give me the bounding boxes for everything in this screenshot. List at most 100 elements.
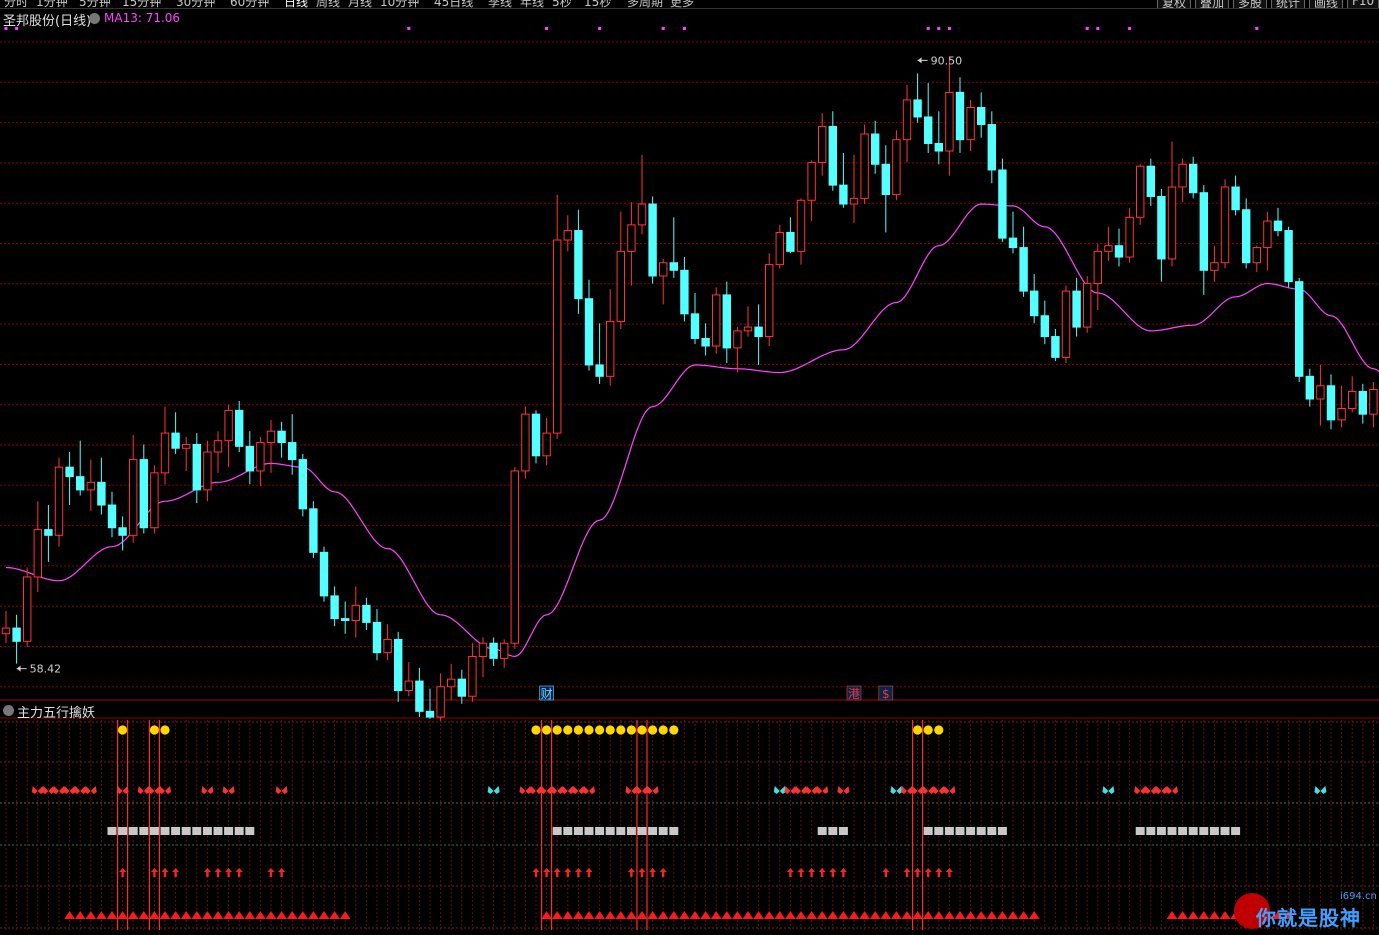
signal-dot — [542, 725, 552, 735]
up-arrow-icon — [119, 868, 127, 877]
signal-block — [817, 827, 827, 835]
candle-body-down — [595, 364, 604, 377]
triangle-mark — [255, 911, 266, 919]
candle-body-down — [425, 710, 435, 718]
up-arrow-icon — [214, 868, 222, 877]
signal-block — [605, 827, 615, 835]
signal-dot — [573, 725, 584, 735]
candle-body-down — [648, 203, 657, 277]
triangle-mark — [180, 911, 192, 919]
candle-body-up — [1369, 389, 1378, 415]
triangle-mark — [679, 911, 690, 919]
triangle-mark — [244, 911, 256, 919]
watermark-logo: 你就是股神 i694.cn — [1230, 890, 1379, 935]
up-arrow-icon — [278, 868, 286, 877]
top-signal-dot — [1096, 27, 1100, 30]
triangle-mark — [1007, 911, 1019, 919]
candle-body-down — [372, 621, 382, 654]
triangle-mark — [551, 911, 563, 919]
signal-dot — [552, 725, 562, 735]
up-arrow-icon — [882, 868, 890, 877]
candle-body-up — [849, 197, 859, 205]
up-arrow-icon — [150, 868, 158, 877]
triangle-mark — [848, 911, 860, 919]
triangle-mark — [859, 911, 870, 919]
triangle-mark — [149, 911, 160, 919]
signal-block — [149, 827, 159, 835]
candle-body-up — [807, 161, 816, 201]
triangle-mark — [1219, 911, 1231, 919]
top-signal-dot — [947, 27, 951, 30]
triangle-mark — [657, 911, 669, 919]
triangle-mark — [912, 911, 923, 919]
watermark-text: 你就是股神 — [1256, 906, 1361, 930]
candle-body-up — [33, 529, 42, 578]
signal-dot — [149, 725, 159, 735]
triangle-mark — [594, 911, 605, 919]
candle-body-down — [118, 527, 127, 536]
triangle-mark — [689, 911, 701, 919]
candle-body-up — [1210, 262, 1219, 271]
candle-body-up — [351, 604, 361, 621]
candle-body-down — [330, 595, 339, 620]
candle-body-up — [478, 642, 488, 657]
triangle-mark — [286, 911, 298, 919]
candle-body-up — [765, 264, 774, 338]
triangle-mark — [668, 911, 680, 919]
candle-body-down — [457, 678, 467, 697]
up-arrow-icon — [532, 868, 540, 877]
signal-dot — [934, 725, 944, 735]
signal-block — [573, 827, 583, 835]
candle-body-down — [1072, 290, 1081, 328]
signal-block — [976, 827, 986, 835]
sub-indicator-toggle-icon[interactable] — [3, 705, 14, 716]
candle-body-up — [129, 459, 138, 536]
candle-body-down — [415, 680, 424, 712]
triangle-mark — [795, 911, 807, 919]
triangle-mark — [604, 911, 616, 919]
annotation-arrow-head — [917, 57, 922, 64]
candle-body-up — [606, 320, 615, 377]
indicator-toggle-icon[interactable] — [89, 13, 100, 24]
top-signal-dot — [545, 27, 549, 30]
signal-block — [923, 827, 933, 835]
triangle-mark — [742, 911, 754, 919]
candle-body-down — [977, 107, 986, 126]
chart-canvas: 90.50 58.42 财 港 $ — [0, 27, 1379, 930]
triangle-mark — [106, 911, 118, 919]
candle-body-up — [1, 627, 11, 635]
triangle-mark — [159, 911, 171, 919]
triangle-mark — [276, 911, 287, 919]
candle-body-down — [1030, 290, 1039, 317]
signal-block — [934, 827, 944, 835]
triangle-mark — [297, 911, 309, 919]
candle-body-down — [722, 294, 731, 349]
up-arrow-icon — [627, 868, 635, 877]
candle-body-up — [892, 139, 901, 196]
candle-body-up — [1104, 245, 1113, 252]
candle-body-down — [680, 269, 689, 315]
up-arrow-icon — [818, 868, 826, 877]
candle-body-down — [828, 125, 837, 186]
candle-body-down — [277, 430, 286, 444]
candle-body-down — [489, 642, 498, 659]
triangle-mark — [96, 911, 107, 919]
candle-body-down — [44, 529, 53, 536]
up-arrow-icon — [945, 868, 953, 877]
event-marker-label: $ — [882, 687, 890, 701]
indicator-rows — [31, 720, 1327, 930]
signal-dot — [923, 725, 933, 735]
signal-block — [669, 827, 679, 835]
candle-body-up — [902, 99, 912, 141]
signal-dot — [648, 725, 658, 735]
candle-body-down — [701, 337, 710, 347]
signal-block — [966, 827, 976, 835]
signal-block — [234, 827, 244, 835]
annotation-label-high: 90.50 — [931, 54, 963, 67]
top-signal-dot — [1085, 27, 1089, 30]
sub-grid-layer — [0, 717, 1379, 930]
triangle-mark — [753, 911, 764, 919]
triangle-mark — [774, 911, 786, 919]
triangle-mark — [816, 911, 828, 919]
signal-block — [245, 827, 255, 835]
